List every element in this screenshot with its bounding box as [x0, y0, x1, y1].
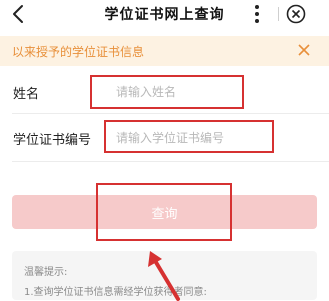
query-button[interactable]: 查询 [12, 195, 317, 229]
tips-title: 温馨提示: [24, 267, 68, 278]
mini-program-capsule [238, 3, 324, 25]
capsule-divider [278, 7, 279, 21]
row-divider [12, 113, 329, 114]
notice-banner: 以来授予的学位证书信息 [0, 36, 329, 66]
notice-close-icon[interactable] [296, 42, 312, 58]
annotation-arrow-icon [148, 251, 180, 301]
cert-number-label: 学位证书编号 [13, 133, 92, 148]
cert-number-input[interactable] [116, 128, 266, 148]
name-input[interactable] [116, 82, 236, 102]
close-circle-icon[interactable] [286, 4, 306, 24]
row-divider [12, 161, 329, 162]
name-label: 姓名 [13, 87, 40, 102]
notice-text: 以来授予的学位证书信息 [12, 45, 145, 59]
more-dots-icon[interactable] [246, 3, 268, 25]
nav-bar: 学位证书网上查询 [0, 0, 329, 30]
